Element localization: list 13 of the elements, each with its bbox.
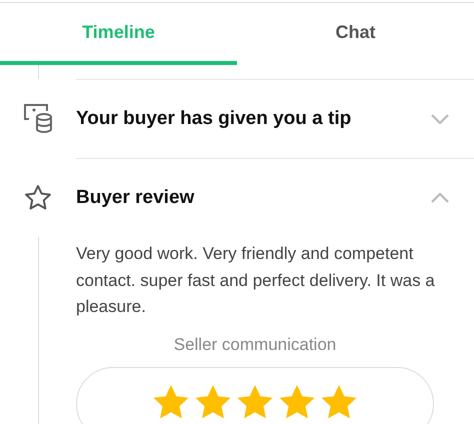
chevron-icon[interactable] [430,112,450,126]
picture-coins-icon [23,102,53,134]
star-icon [24,184,52,211]
filled-star-icon[interactable] [277,382,317,420]
review-text: Very good work. Very friendly and competent contact. super fast and perfect delivery. It was a pleasure. [76,243,436,318]
section-title: Your buyer has given you a tip [76,108,352,130]
section-title: Buyer review [76,187,194,209]
chevron-icon[interactable] [430,191,450,205]
filled-star-icon[interactable] [151,382,191,420]
filled-star-icon[interactable] [193,382,233,420]
filled-star-icon[interactable] [319,382,359,420]
rating-label: Seller communication [172,334,338,354]
filled-star-icon[interactable] [235,382,275,420]
